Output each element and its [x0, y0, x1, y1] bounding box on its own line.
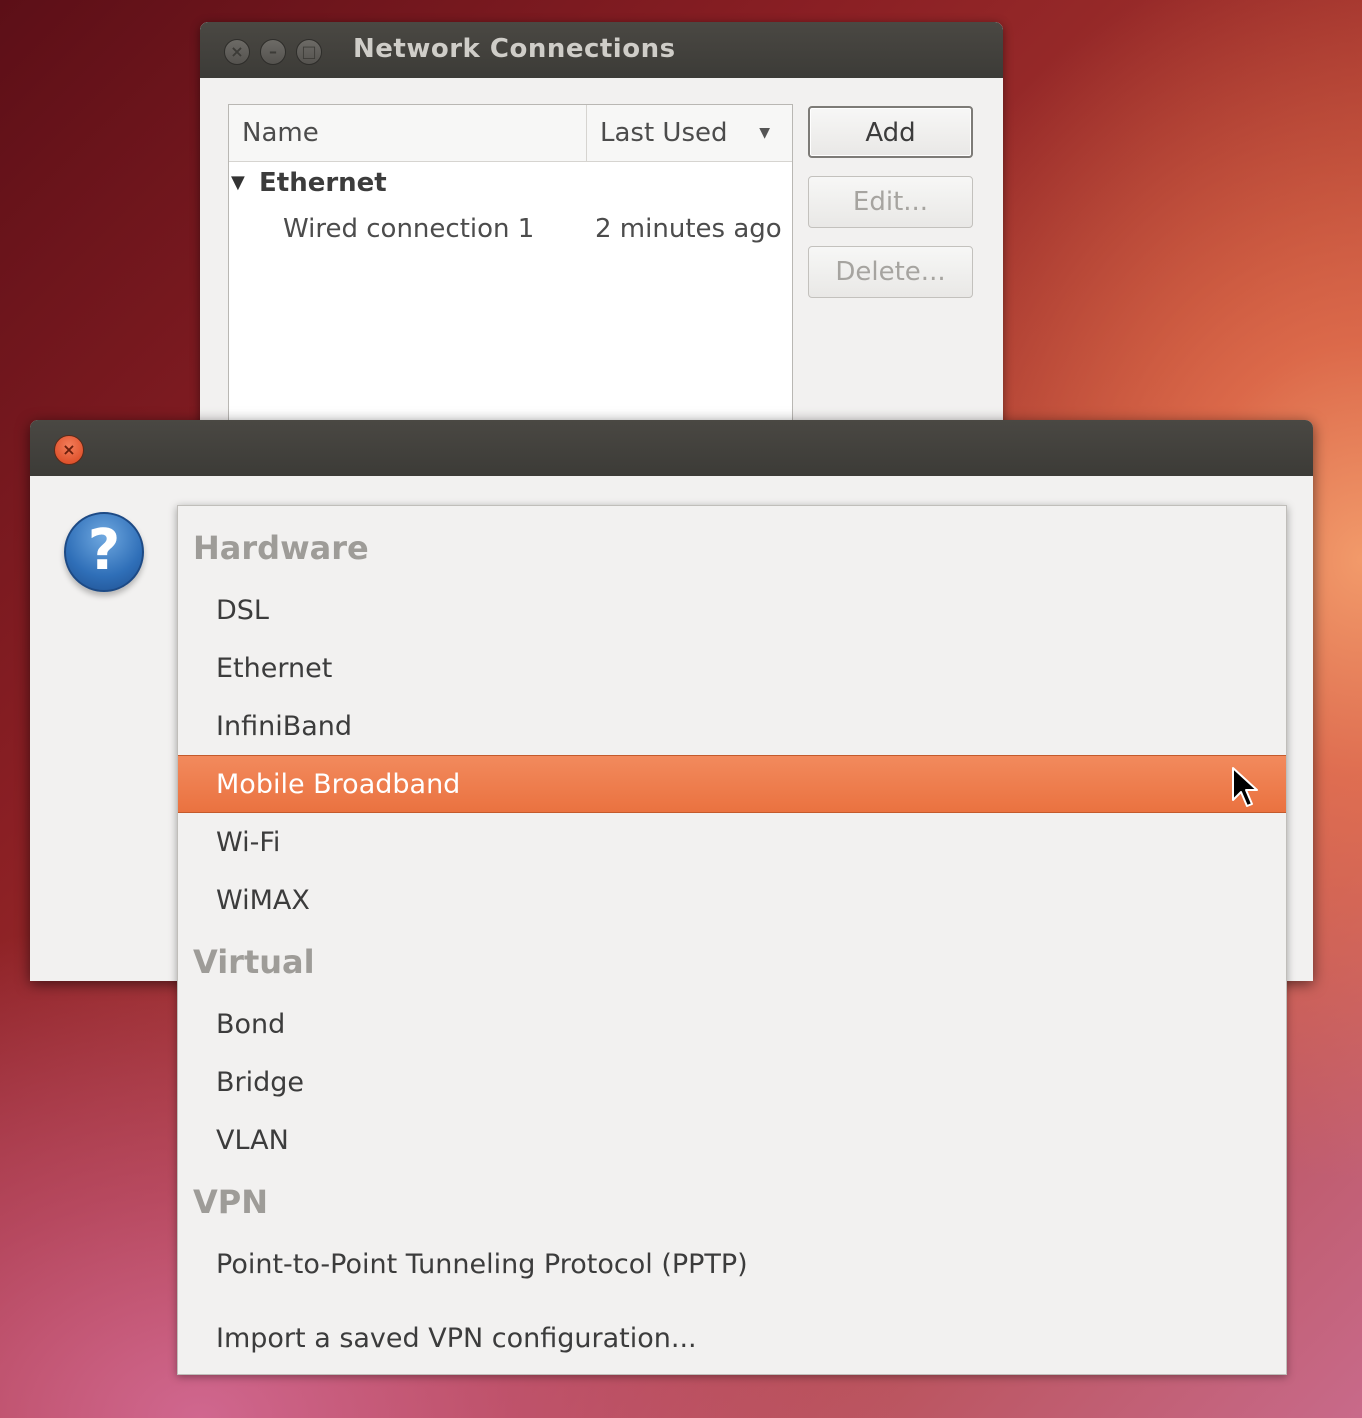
- window-title: Network Connections: [353, 34, 676, 64]
- menu-item-bond[interactable]: Bond: [178, 996, 1286, 1054]
- dialog-titlebar: ×: [30, 420, 1313, 476]
- menu-item-wimax[interactable]: WiMAX: [178, 872, 1286, 930]
- add-button[interactable]: Add: [808, 106, 973, 158]
- sort-down-icon: ▼: [759, 125, 770, 141]
- close-icon[interactable]: ×: [224, 39, 250, 65]
- menu-item-bridge[interactable]: Bridge: [178, 1054, 1286, 1112]
- group-row-ethernet[interactable]: ▼ Ethernet: [229, 162, 792, 208]
- delete-button[interactable]: Delete...: [808, 246, 973, 298]
- column-header-last-used-label: Last Used: [600, 118, 728, 148]
- column-header-last-used[interactable]: Last Used ▼: [587, 105, 792, 161]
- nc-titlebar: × – □ Network Connections: [200, 22, 1003, 78]
- menu-item-mobile-broadband[interactable]: Mobile Broadband: [178, 755, 1286, 813]
- maximize-icon[interactable]: □: [296, 39, 322, 65]
- close-icon[interactable]: ×: [54, 435, 84, 465]
- menu-item-infiniband[interactable]: InfiniBand: [178, 698, 1286, 756]
- question-icon: ?: [64, 512, 144, 592]
- menu-item-vlan[interactable]: VLAN: [178, 1112, 1286, 1170]
- menu-section-vpn: VPN: [193, 1183, 268, 1221]
- menu-section-hardware: Hardware: [193, 529, 369, 567]
- table-row[interactable]: Wired connection 1 2 minutes ago: [229, 208, 792, 254]
- menu-item-dsl[interactable]: DSL: [178, 582, 1286, 640]
- mouse-cursor-icon: [1232, 767, 1258, 807]
- menu-section-virtual: Virtual: [193, 943, 315, 981]
- menu-item-pptp[interactable]: Point-to-Point Tunneling Protocol (PPTP): [178, 1236, 1286, 1294]
- minimize-icon[interactable]: –: [260, 39, 286, 65]
- menu-item-wifi[interactable]: Wi-Fi: [178, 814, 1286, 872]
- connection-name: Wired connection 1: [283, 214, 535, 244]
- connection-list[interactable]: Name Last Used ▼ ▼ Ethernet Wired connec…: [228, 104, 793, 442]
- network-connections-window: × – □ Network Connections Name Last Used…: [200, 22, 1003, 442]
- connection-last-used: 2 minutes ago: [595, 214, 782, 244]
- column-header-name[interactable]: Name: [229, 105, 587, 161]
- connection-type-menu[interactable]: Hardware DSL Ethernet InfiniBand Mobile …: [177, 505, 1287, 1375]
- menu-item-import-vpn[interactable]: Import a saved VPN configuration...: [178, 1310, 1286, 1368]
- menu-item-ethernet[interactable]: Ethernet: [178, 640, 1286, 698]
- group-label: Ethernet: [259, 168, 387, 198]
- expander-down-icon[interactable]: ▼: [231, 172, 245, 193]
- edit-button[interactable]: Edit...: [808, 176, 973, 228]
- list-header: Name Last Used ▼: [229, 105, 792, 162]
